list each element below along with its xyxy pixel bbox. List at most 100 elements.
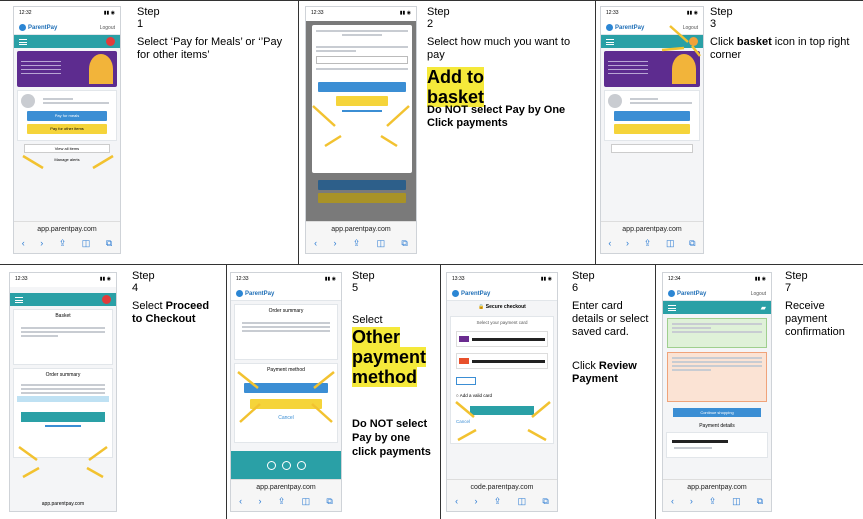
pay-for-meals-button[interactable] (614, 111, 690, 121)
back-icon[interactable]: ‹ (22, 238, 25, 249)
pay-by-one-click-button[interactable] (318, 82, 406, 92)
payment-card-panel: Select your payment card ○ Add a valid c… (450, 316, 554, 444)
tabs-icon[interactable]: ⧉ (689, 238, 695, 249)
cancel-link[interactable]: Cancel (238, 415, 334, 421)
pay-by-one-click-button[interactable] (244, 383, 328, 393)
cancel-link[interactable]: Cancel (456, 419, 550, 424)
logout-link[interactable]: Logout (683, 25, 698, 31)
add-to-basket-button[interactable] (336, 96, 388, 106)
continue-shopping-link[interactable] (44, 425, 82, 427)
share-icon[interactable]: ⇪ (494, 496, 502, 507)
saved-card-row[interactable] (456, 353, 548, 369)
other-payment-method-button[interactable] (250, 399, 322, 409)
tabs-icon[interactable]: ⧉ (542, 496, 548, 507)
parentpay-logo-text: ParentPay (245, 290, 275, 297)
add-card-option[interactable]: ○ Add a valid card (456, 393, 548, 398)
basket-icon[interactable] (102, 295, 111, 304)
order-summary-card: Order summary (13, 368, 113, 458)
bookmarks-icon[interactable]: ◫ (377, 238, 386, 249)
back-icon[interactable]: ‹ (671, 496, 674, 507)
status-time: 12:34 (668, 276, 681, 282)
pay-for-other-items-button[interactable] (614, 124, 690, 134)
child-card (604, 90, 700, 141)
text-line (43, 102, 109, 104)
manage-alerts-button[interactable]: Manage alerts (24, 156, 110, 165)
payment-line-redacted (672, 440, 729, 443)
tabs-icon[interactable]: ⧉ (326, 496, 332, 507)
url-bar[interactable]: app.parentpay.com (10, 501, 116, 507)
forward-icon[interactable]: › (626, 238, 629, 249)
bookmarks-icon[interactable]: ◫ (302, 496, 311, 507)
review-payment-button[interactable] (470, 406, 534, 415)
url-bar[interactable]: app.parentpay.com (306, 222, 416, 233)
cvv-input[interactable] (456, 377, 476, 385)
tabs-icon[interactable]: ⧉ (757, 496, 763, 507)
twitter-icon[interactable] (266, 460, 276, 470)
saved-card-row[interactable] (456, 331, 548, 347)
bookmarks-icon[interactable]: ◫ (666, 238, 675, 249)
amount-input[interactable] (316, 56, 408, 64)
back-icon[interactable]: ‹ (314, 238, 317, 249)
bookmarks-icon[interactable]: ◫ (518, 496, 527, 507)
share-icon[interactable]: ⇪ (644, 238, 652, 249)
share-icon[interactable]: ⇪ (353, 238, 361, 249)
back-icon[interactable]: ‹ (455, 496, 458, 507)
signal-icon: ▮▮ ◉ (99, 276, 111, 282)
bookmarks-icon[interactable]: ◫ (732, 496, 741, 507)
cancel-link[interactable] (342, 110, 382, 112)
view-all-items-button[interactable] (611, 144, 693, 153)
back-icon[interactable]: ‹ (608, 238, 611, 249)
payment-method-heading: Payment method (267, 367, 305, 373)
step-7-title: Step 7 (785, 270, 808, 294)
parentpay-header: ParentPay (447, 287, 557, 301)
forward-icon[interactable]: › (40, 238, 43, 249)
share-icon[interactable]: ⇪ (59, 238, 67, 249)
basket-icon[interactable] (106, 37, 115, 46)
facebook-icon[interactable] (281, 460, 291, 470)
forward-icon[interactable]: › (258, 496, 261, 507)
step-5-phone-screenshot: 12:33 ▮▮ ◉ ParentPay Order summary Paymen… (230, 272, 342, 512)
logout-link[interactable]: Logout (751, 291, 766, 297)
continue-shopping-button[interactable]: Continue shopping (673, 408, 761, 417)
forward-icon[interactable]: › (474, 496, 477, 507)
basket-icon[interactable] (689, 37, 698, 46)
tabs-icon[interactable]: ⧉ (106, 238, 112, 249)
menu-icon[interactable] (19, 38, 27, 45)
add-to-basket-highlight: Add to basket (427, 67, 485, 107)
grid-row-divider (0, 264, 863, 265)
browser-bar: code.parentpay.com ‹ › ⇪ ◫ ⧉ (447, 479, 557, 511)
pay-for-meals-button[interactable]: Pay for meals (27, 111, 107, 121)
back-icon[interactable]: ‹ (239, 496, 242, 507)
bookmarks-icon[interactable]: ◫ (82, 238, 91, 249)
view-all-items-button[interactable]: View all items (24, 144, 110, 153)
proceed-to-checkout-button[interactable] (21, 412, 105, 422)
status-bar: 12:34 ▮▮ ◉ (663, 273, 771, 287)
url-bar[interactable]: app.parentpay.com (231, 480, 341, 491)
menu-icon[interactable] (606, 38, 614, 45)
url-bar[interactable]: code.parentpay.com (447, 480, 557, 491)
url-bar[interactable]: app.parentpay.com (663, 480, 771, 491)
basket-icon[interactable]: ▰ (761, 304, 766, 312)
parentpay-logo-text: ParentPay (461, 290, 491, 297)
text-line (21, 327, 105, 329)
logout-link[interactable]: Logout (100, 25, 115, 31)
browser-nav-icons: ‹ › ⇪ ◫ ⧉ (14, 238, 120, 249)
share-icon[interactable]: ⇪ (278, 496, 286, 507)
linkedin-icon[interactable] (296, 460, 306, 470)
text-line (316, 46, 408, 48)
parentpay-logo-icon (668, 290, 675, 297)
grid-divider-2 (595, 0, 596, 264)
pay-for-other-items-button[interactable]: Pay for other items (27, 124, 107, 134)
url-bar[interactable]: app.parentpay.com (14, 222, 120, 233)
url-bar[interactable]: app.parentpay.com (601, 222, 703, 233)
status-time: 12:33 (311, 10, 324, 16)
forward-icon[interactable]: › (690, 496, 693, 507)
tabs-icon[interactable]: ⧉ (401, 238, 407, 249)
forward-icon[interactable]: › (333, 238, 336, 249)
radio-icon: ○ (456, 393, 459, 398)
menu-icon[interactable] (668, 304, 676, 311)
add-card-label: Add a valid card (459, 393, 493, 398)
step-2-highlight: Add to basket (427, 67, 485, 108)
share-icon[interactable]: ⇪ (709, 496, 717, 507)
menu-icon[interactable] (15, 296, 23, 303)
